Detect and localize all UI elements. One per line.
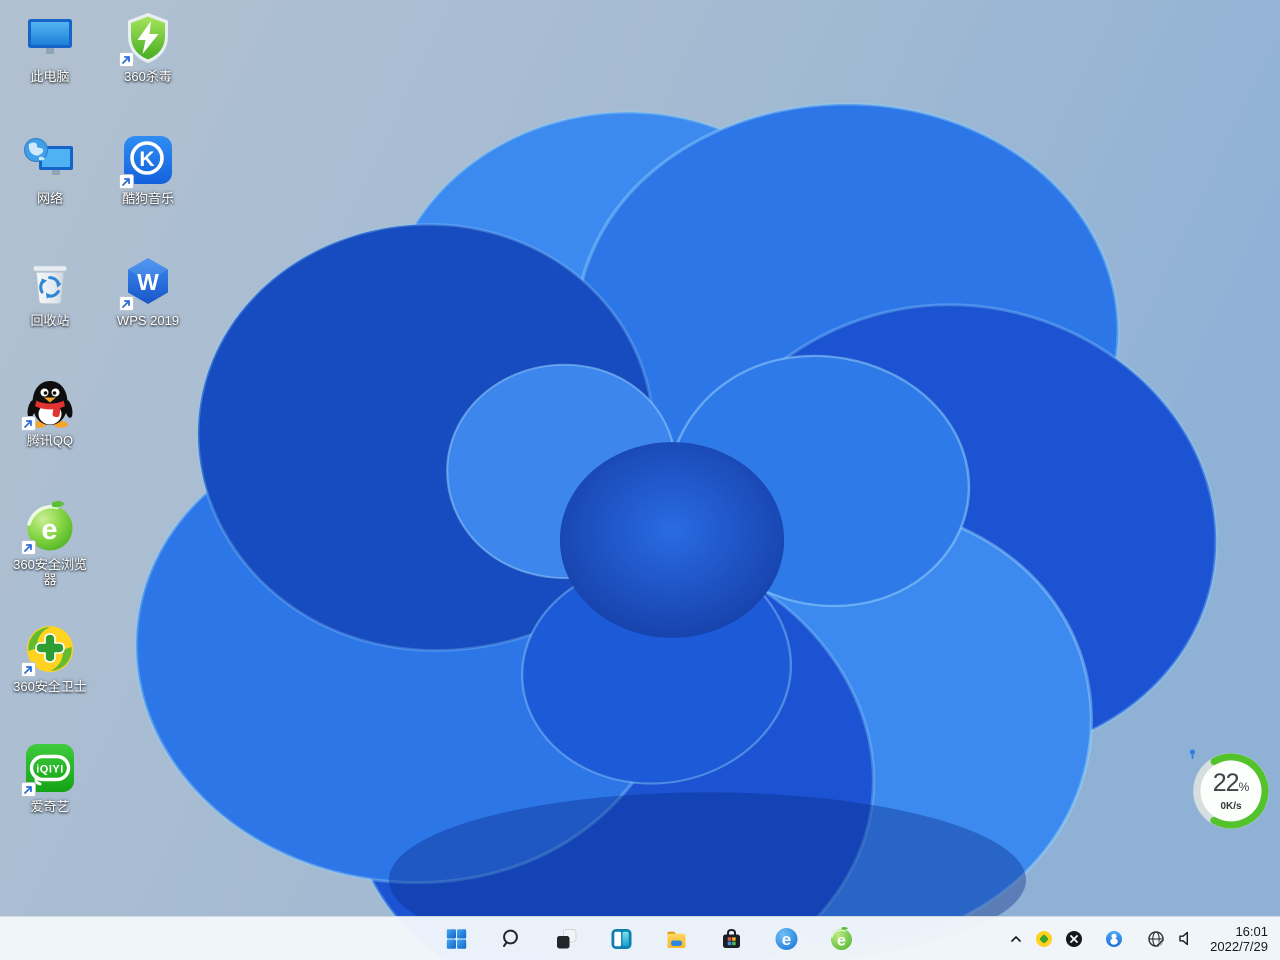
tencent-qq-icon (21, 374, 78, 431)
tray-quick-clean[interactable] (1059, 921, 1089, 957)
widgets-icon (611, 928, 632, 949)
360-antivirus-icon (119, 10, 176, 67)
search-button[interactable] (492, 919, 532, 959)
svg-text:K: K (139, 148, 154, 171)
desktop-icon-label: 网络 (36, 191, 63, 206)
shortcut-arrow-icon (21, 782, 36, 797)
desktop-icon-label: 酷狗音乐 (121, 191, 174, 206)
search-icon (503, 929, 518, 947)
desktop-icon-kugou-music[interactable]: K 酷狗音乐 (104, 132, 192, 206)
ie-browser-icon: e (775, 927, 798, 950)
taskbar: e e 16:01 2022/7/29 (0, 916, 1280, 960)
desktop-icon-label: 腾讯QQ (26, 433, 74, 448)
wallpaper-bloom (0, 0, 1280, 960)
start-button[interactable] (437, 919, 477, 959)
taskbar-clock[interactable]: 16:01 2022/7/29 (1200, 924, 1274, 954)
360-safeguard-tray-icon (1036, 930, 1053, 947)
widgets-button[interactable] (602, 919, 642, 959)
tray-network[interactable] (1141, 921, 1171, 957)
tray-expand-button[interactable] (1003, 921, 1029, 957)
speed-pin-icon (1189, 749, 1196, 759)
windows-start-icon (446, 928, 467, 949)
iqiyi-icon: iQIYI (21, 740, 78, 797)
kugou-music-icon: K (119, 132, 176, 189)
shortcut-arrow-icon (119, 174, 134, 189)
360-browser-icon: e (21, 498, 78, 555)
svg-text:e: e (782, 930, 791, 949)
desktop-icon-360-browser[interactable]: e 360安全浏览器 (6, 498, 94, 587)
taskbar-center-icons: e e (437, 917, 862, 960)
taskbar-tray: 16:01 2022/7/29 (1003, 917, 1274, 960)
desktop-icon-label: 360安全浏览器 (13, 557, 87, 587)
360-browser-icon: e (831, 926, 852, 950)
desktop-icon-label: 爱奇艺 (30, 799, 70, 814)
speaker-icon (1179, 931, 1189, 946)
svg-text:e: e (41, 514, 57, 546)
desktop-icon-wps-2019[interactable]: W WPS 2019 (104, 254, 192, 328)
task-view-button[interactable] (547, 919, 587, 959)
memory-usage-percent: 22% (1212, 768, 1250, 797)
shortcut-arrow-icon (119, 52, 134, 67)
svg-text:W: W (137, 269, 159, 295)
close-x-tray-icon (1066, 930, 1083, 947)
shortcut-arrow-icon (21, 416, 36, 431)
desktop-icon-iqiyi[interactable]: iQIYI 爱奇艺 (6, 740, 94, 814)
shortcut-arrow-icon (21, 540, 36, 555)
microsoft-store-icon (723, 928, 740, 948)
desktop-icon-label: WPS 2019 (116, 313, 180, 328)
tray-360-safeguard[interactable] (1029, 921, 1059, 957)
desktop-icon-this-pc[interactable]: 此电脑 (6, 10, 94, 84)
360-safeguard-icon (21, 620, 78, 677)
360-speed-ball-widget[interactable]: 22% 0K/s (1189, 749, 1273, 833)
network-icon (22, 132, 78, 188)
svg-text:e: e (837, 932, 846, 949)
tray-volume[interactable] (1171, 921, 1200, 957)
this-pc-icon (22, 10, 78, 66)
desktop-icon-label: 360杀毒 (124, 69, 172, 84)
network-speed: 0K/s (1189, 749, 1242, 812)
desktop-icon-tencent-qq[interactable]: 腾讯QQ (6, 374, 94, 448)
chevron-up-icon (1011, 935, 1021, 942)
desktop-icon-label: 回收站 (30, 313, 70, 328)
360-browser-taskbar-button[interactable]: e (822, 919, 862, 959)
shortcut-arrow-icon (119, 296, 134, 311)
desktop-icon-360-antivirus[interactable]: 360杀毒 (104, 10, 192, 84)
desktop-icon-recycle-bin[interactable]: 回收站 (6, 254, 94, 328)
file-explorer-icon (667, 931, 686, 948)
desktop-icon-360-safeguard[interactable]: 360安全卫士 (6, 620, 94, 694)
desktop-icon-network[interactable]: 网络 (6, 132, 94, 206)
clock-time: 16:01 (1235, 923, 1268, 939)
task-view-icon (557, 928, 577, 948)
file-explorer-button[interactable] (657, 919, 697, 959)
globe-offline-icon (1148, 930, 1165, 947)
recycle-bin-icon (22, 254, 78, 310)
desktop: 此电脑 360杀毒 网络 K 酷狗音乐 回收站 W WPS 2019 腾讯QQ … (0, 0, 1280, 960)
svg-text:iQIYI: iQIYI (36, 764, 64, 776)
wps-2019-icon: W (119, 254, 176, 311)
desktop-icon-label: 此电脑 (30, 69, 70, 84)
microsoft-store-button[interactable] (712, 919, 752, 959)
clock-date: 2022/7/29 (1210, 938, 1268, 954)
tray-qq[interactable] (1099, 921, 1129, 957)
shortcut-arrow-icon (21, 662, 36, 677)
desktop-icon-label: 360安全卫士 (13, 679, 87, 694)
qq-tray-icon (1106, 930, 1123, 947)
ie-browser-button[interactable]: e (767, 919, 807, 959)
